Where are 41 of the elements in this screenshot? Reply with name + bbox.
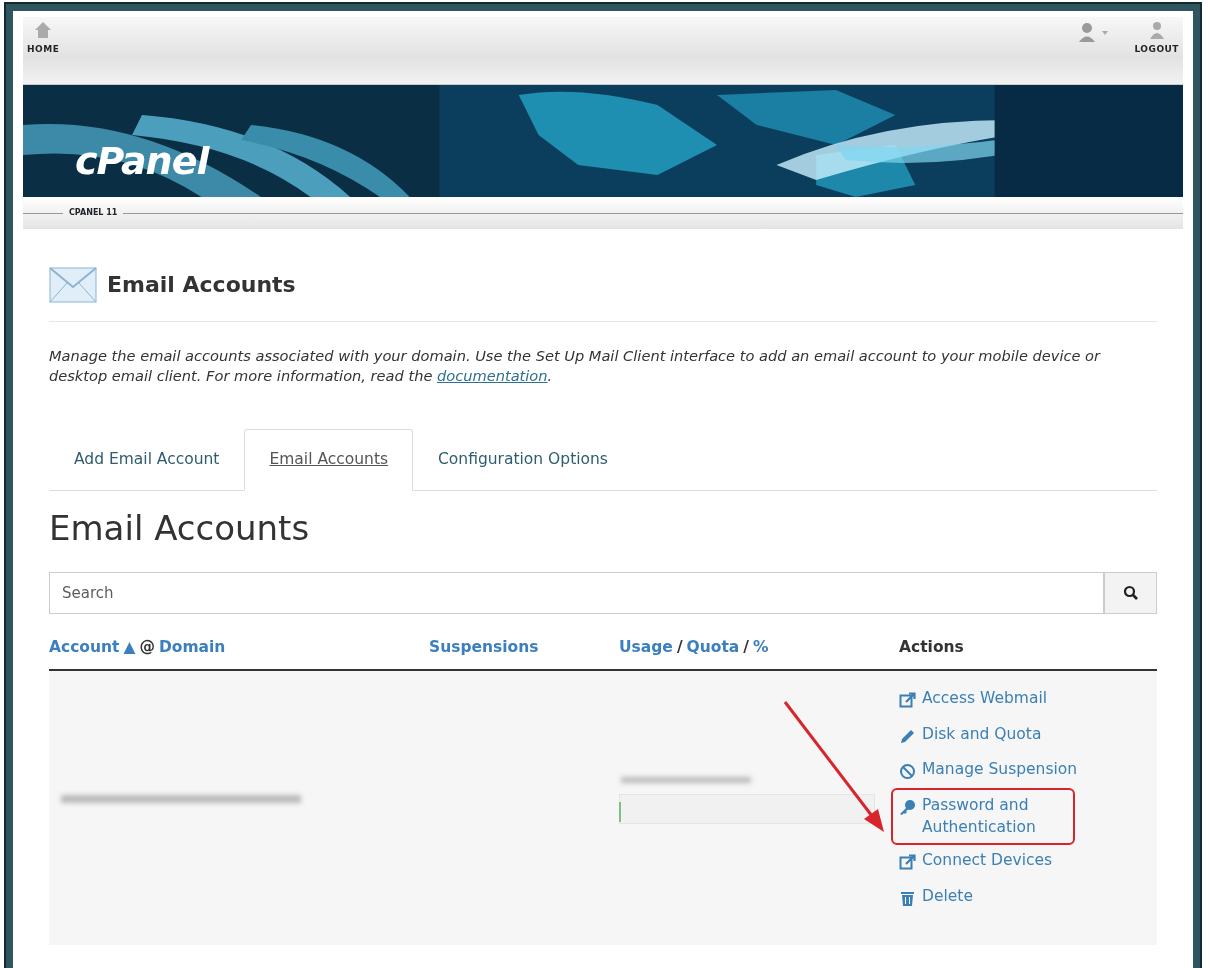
column-sort-link[interactable]: Domain [158,635,226,659]
tab[interactable]: Configuration Options [413,429,633,491]
home-link[interactable]: HOME [27,21,60,57]
column-header: Actions [899,636,964,658]
action-link[interactable]: Manage Suspension [893,754,1084,788]
page-title: Email Accounts [107,271,296,299]
user-exit-icon [1147,21,1166,39]
user-menu-icon[interactable] [1078,21,1111,43]
action-link[interactable]: Delete [893,881,979,915]
column-sort-link[interactable]: Suspensions [429,635,539,659]
column-sort-link[interactable]: Account [49,635,120,659]
documentation-link[interactable]: documentation [437,366,548,384]
tab[interactable]: Email Accounts [244,429,414,491]
column-header: @ [139,636,155,658]
logout-link[interactable]: LOGOUT [1134,21,1179,57]
external-link-icon [899,854,916,872]
action-link[interactable]: Password and Authentication [893,789,1073,844]
home-icon [34,21,53,39]
column-header: / [676,636,683,658]
ban-icon [899,763,916,781]
action-link[interactable]: Access Webmail [893,682,1053,717]
action-link[interactable]: Connect Devices [893,845,1059,879]
column-header: / [743,636,749,658]
key-icon [899,798,916,816]
column-sort-link[interactable]: % [752,635,769,659]
trash-icon [899,890,916,907]
pencil-icon [899,727,916,745]
tab[interactable]: Add Email Account [49,429,245,491]
column-sort-link[interactable]: Quota [686,635,740,659]
column-sort-link[interactable]: ▲ [123,635,136,659]
external-link-icon [899,691,916,709]
search-field[interactable]: Search [49,571,1105,614]
search-button[interactable] [1104,571,1157,614]
intro-paragraph: Manage the email accounts associated with your domain. Use the Set Up Mail Client interface to add an email account to your mobile device or desktop email client. For more information, read the documentation. [49,346,1102,386]
envelope-icon [49,267,97,303]
search-icon [1122,584,1139,601]
cpanel-logo: cPanel [75,138,209,185]
action-link[interactable]: Disk and Quota [893,718,1048,753]
version-label: CPANEL 11 [69,207,118,219]
column-sort-link[interactable]: Usage [619,635,673,659]
section-title: Email Accounts [49,506,311,550]
